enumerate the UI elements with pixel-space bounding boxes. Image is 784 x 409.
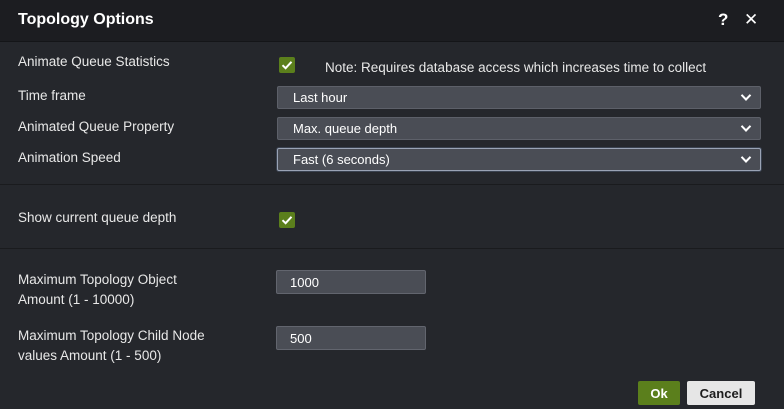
animation-speed-select[interactable]: Fast (6 seconds) bbox=[277, 148, 761, 171]
show-current-queue-depth-checkbox[interactable] bbox=[279, 212, 295, 228]
animate-queue-statistics-label: Animate Queue Statistics bbox=[18, 54, 170, 69]
animate-queue-statistics-checkbox[interactable] bbox=[279, 57, 295, 73]
max-topology-object-label-line2: Amount (1 - 10000) bbox=[18, 292, 135, 307]
max-child-node-label-line2: values Amount (1 - 500) bbox=[18, 348, 162, 363]
max-topology-object-label-line1: Maximum Topology Object bbox=[18, 272, 177, 287]
max-topology-object-input[interactable] bbox=[276, 270, 426, 294]
chevron-down-icon bbox=[740, 156, 752, 163]
time-frame-select[interactable]: Last hour bbox=[277, 86, 761, 109]
database-access-note: Note: Requires database access which inc… bbox=[325, 60, 707, 75]
ok-button[interactable]: Ok bbox=[638, 381, 680, 405]
animated-queue-property-label: Animated Queue Property bbox=[18, 119, 175, 134]
close-icon[interactable]: ✕ bbox=[744, 10, 758, 30]
dialog-title: Topology Options bbox=[18, 11, 154, 28]
show-current-queue-depth-label: Show current queue depth bbox=[18, 210, 177, 225]
chevron-down-icon bbox=[740, 125, 752, 132]
animation-section: Animate Queue Statistics Note: Requires … bbox=[0, 42, 784, 185]
max-child-node-input[interactable] bbox=[276, 326, 426, 350]
animated-queue-property-value: Max. queue depth bbox=[293, 121, 398, 136]
help-icon[interactable]: ? bbox=[718, 10, 728, 30]
animated-queue-property-select[interactable]: Max. queue depth bbox=[277, 117, 761, 140]
chevron-down-icon bbox=[740, 94, 752, 101]
time-frame-value: Last hour bbox=[293, 90, 348, 105]
animation-speed-label: Animation Speed bbox=[18, 150, 121, 165]
animation-speed-value: Fast (6 seconds) bbox=[293, 152, 390, 167]
checkmark-icon bbox=[281, 216, 293, 225]
dialog-titlebar: Topology Options ? ✕ bbox=[0, 0, 784, 42]
cancel-button[interactable]: Cancel bbox=[687, 381, 755, 405]
time-frame-label: Time frame bbox=[18, 88, 86, 103]
checkmark-icon bbox=[281, 61, 293, 70]
max-child-node-label-line1: Maximum Topology Child Node bbox=[18, 328, 205, 343]
display-section: Show current queue depth bbox=[0, 185, 784, 249]
